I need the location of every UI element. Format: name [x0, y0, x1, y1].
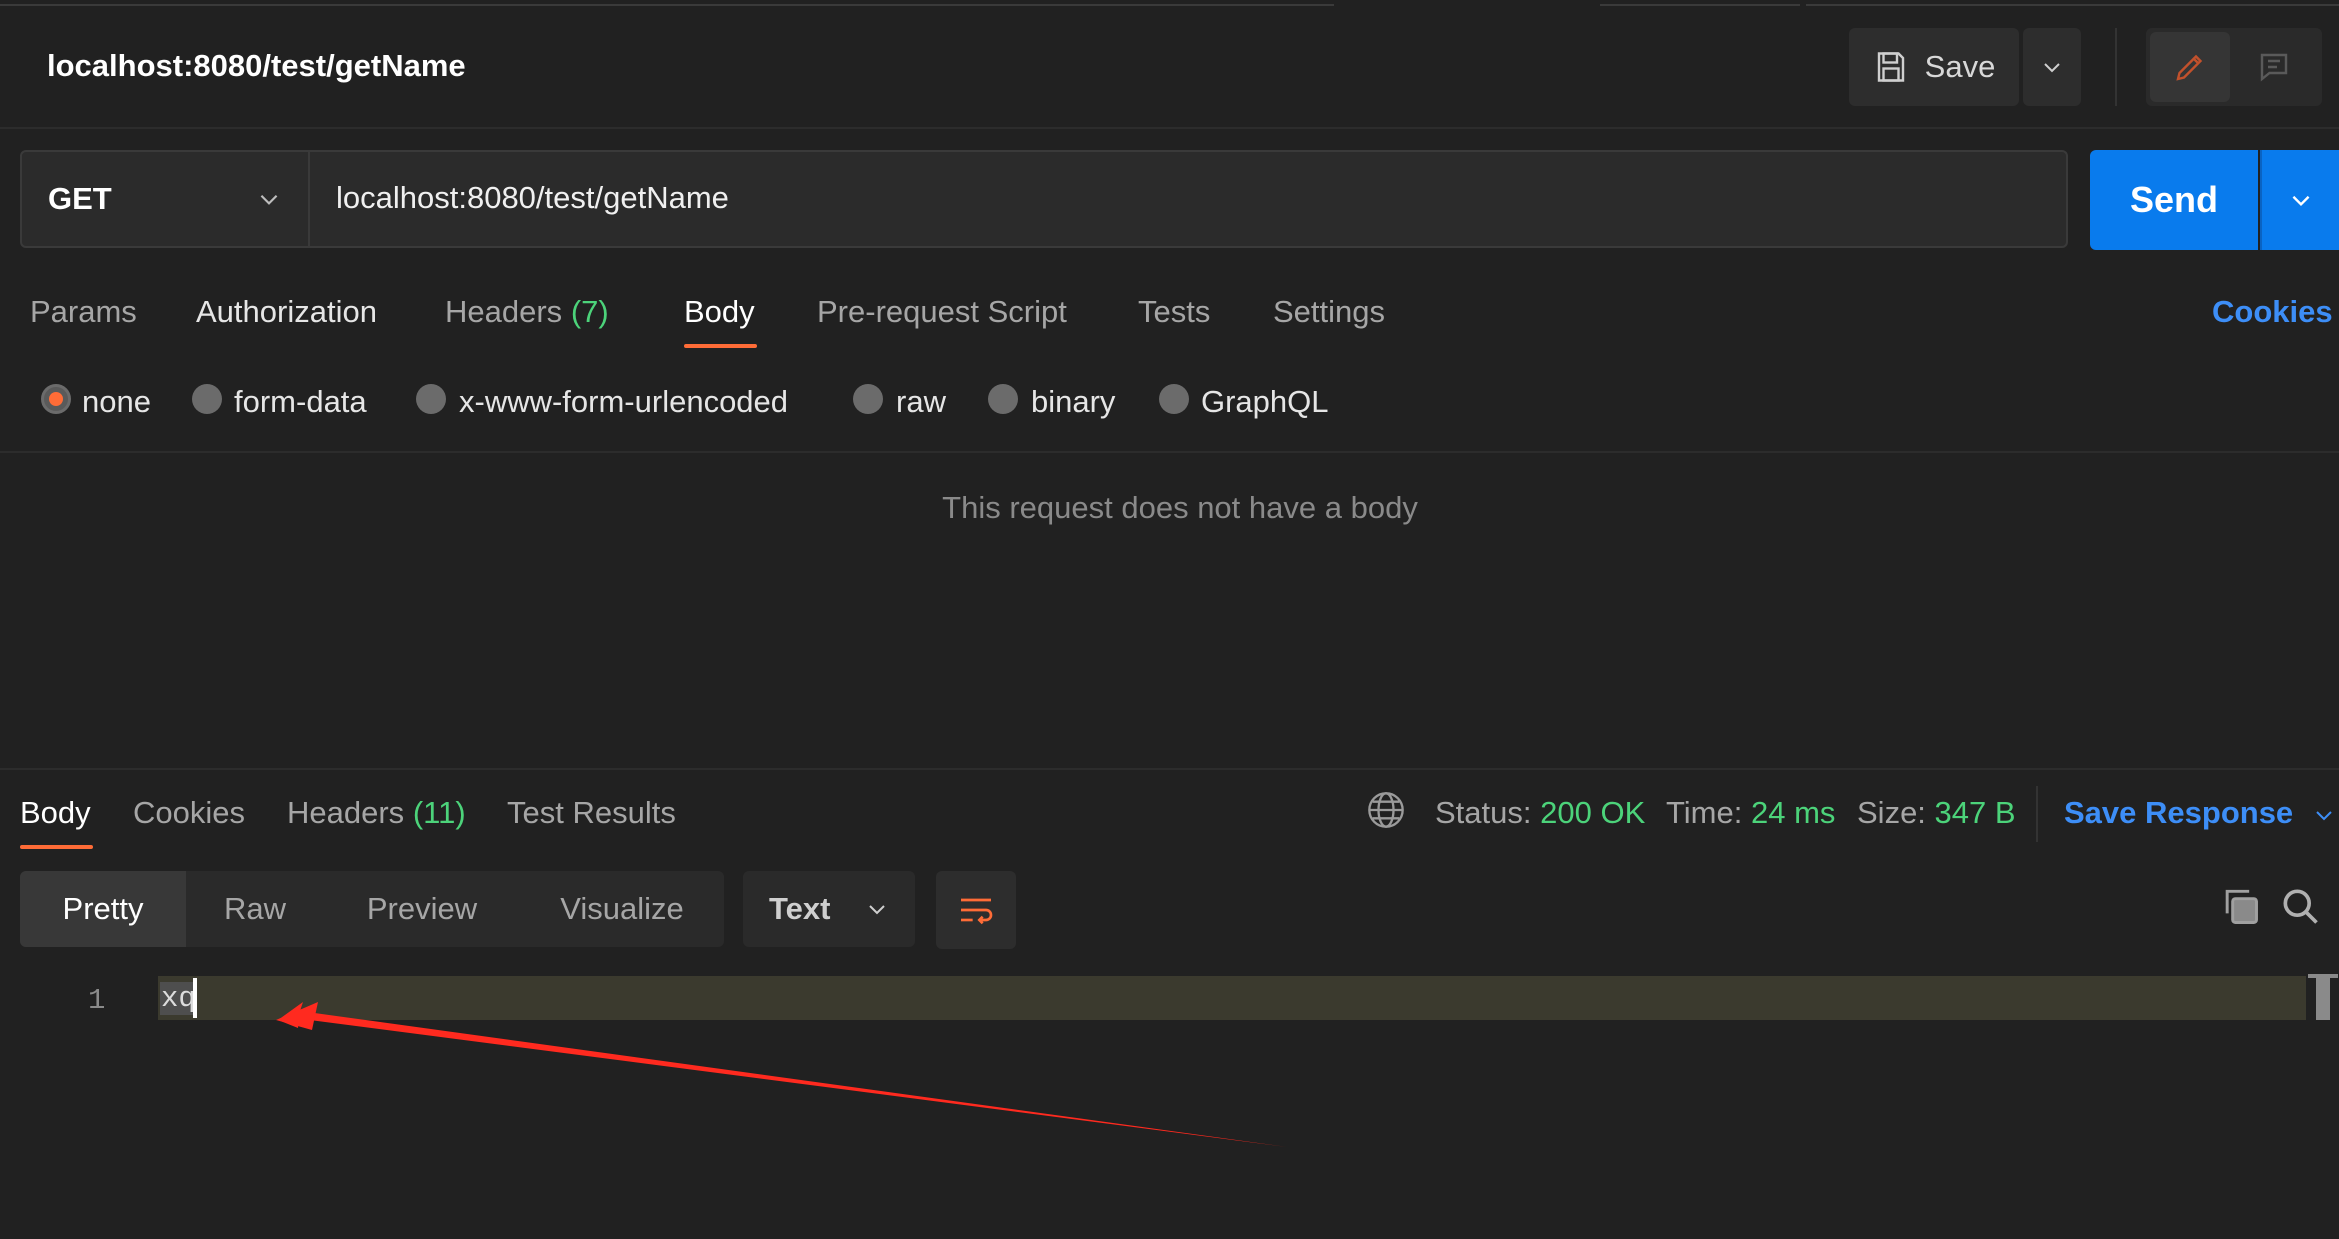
response-tab-body[interactable]: Body — [20, 795, 91, 831]
edit-button[interactable] — [2150, 32, 2230, 102]
response-meta-divider — [2036, 786, 2038, 842]
save-response-button[interactable]: Save Response — [2064, 795, 2336, 831]
radio-none[interactable] — [41, 384, 71, 414]
save-response-label: Save Response — [2064, 795, 2294, 830]
chevron-down-icon — [2292, 195, 2309, 207]
tab-settings[interactable]: Settings — [1273, 294, 1385, 330]
line-number: 1 — [88, 984, 106, 1017]
radio-x-www-form-urlencoded[interactable] — [416, 384, 446, 414]
radio-label-graphql[interactable]: GraphQL — [1201, 384, 1329, 420]
chevron-down-icon — [869, 905, 885, 915]
url-input[interactable]: localhost:8080/test/getName — [336, 180, 729, 216]
save-icon — [1877, 52, 1904, 82]
status-label: Status: — [1435, 795, 1532, 830]
tab-strip-line — [1806, 4, 2339, 6]
radio-raw[interactable] — [853, 384, 883, 414]
response-tab-headers-count: (11) — [412, 795, 466, 830]
active-tab-indicator — [684, 344, 757, 348]
status-readout: Status: 200 OK — [1435, 795, 1645, 831]
body-section-divider — [0, 451, 2339, 453]
time-label: Time: — [1666, 795, 1743, 830]
top-tab-strip — [0, 0, 2339, 6]
save-button[interactable]: Save — [1849, 28, 2019, 106]
send-options-button[interactable] — [2260, 150, 2339, 250]
view-raw-button[interactable]: Raw — [186, 871, 324, 947]
response-tab-test-results[interactable]: Test Results — [507, 795, 676, 831]
send-button[interactable]: Send — [2090, 150, 2258, 250]
response-body-text[interactable]: xq — [160, 982, 197, 1015]
time-readout: Time: 24 ms — [1666, 795, 1835, 831]
method-select[interactable]: GET — [22, 152, 308, 246]
pane-splitter[interactable] — [0, 768, 2339, 770]
view-preview-button[interactable]: Preview — [324, 871, 520, 947]
size-label: Size: — [1857, 795, 1926, 830]
pencil-icon — [2176, 54, 2203, 81]
comments-button[interactable] — [2232, 32, 2316, 102]
radio-label-form-data[interactable]: form-data — [234, 384, 367, 420]
view-visualize-button[interactable]: Visualize — [520, 871, 724, 947]
radio-label-none[interactable]: none — [82, 384, 151, 420]
comment-icon — [2260, 53, 2288, 82]
tab-authorization[interactable]: Authorization — [196, 294, 377, 330]
size-value: 347 B — [1934, 795, 2016, 830]
time-value: 24 ms — [1750, 795, 1836, 830]
tab-headers[interactable]: Headers (7) — [445, 294, 609, 330]
tab-strip-line — [0, 4, 1334, 6]
radio-form-data[interactable] — [192, 384, 222, 414]
tab-pre-request-script[interactable]: Pre-request Script — [817, 294, 1067, 330]
active-line-highlight — [158, 976, 2306, 1020]
header-bottom-border — [0, 127, 2339, 129]
tab-headers-count: (7) — [570, 294, 609, 329]
search-icon[interactable] — [2278, 884, 2322, 928]
radio-graphql[interactable] — [1159, 384, 1189, 414]
globe-icon[interactable] — [1366, 790, 1406, 830]
wrap-lines-button[interactable] — [936, 871, 1016, 949]
save-options-button[interactable] — [2023, 28, 2081, 106]
chevron-down-icon — [2316, 811, 2332, 821]
radio-label-binary[interactable]: binary — [1031, 384, 1115, 420]
tab-strip-line — [1600, 4, 1800, 6]
method-divider — [308, 152, 310, 246]
response-format-select[interactable]: Text — [743, 871, 915, 947]
radio-binary[interactable] — [988, 384, 1018, 414]
editor-scrollbar-thumb[interactable] — [2316, 978, 2330, 1020]
text-cursor — [193, 978, 197, 1018]
response-tab-headers-label: Headers — [287, 795, 405, 830]
response-tab-cookies[interactable]: Cookies — [133, 795, 245, 831]
tab-params[interactable]: Params — [30, 294, 137, 330]
status-value: 200 OK — [1540, 795, 1646, 830]
radio-label-x-www-form-urlencoded[interactable]: x-www-form-urlencoded — [459, 384, 788, 420]
size-readout: Size: 347 B — [1857, 795, 2016, 831]
response-format-label: Text — [769, 891, 831, 926]
chevron-down-icon — [260, 194, 278, 205]
save-label: Save — [1924, 49, 1996, 84]
response-active-tab-indicator — [20, 845, 93, 849]
header-divider — [2115, 28, 2117, 106]
radio-label-raw[interactable]: raw — [896, 384, 946, 420]
request-title[interactable]: localhost:8080/test/getName — [47, 48, 466, 84]
tab-body[interactable]: Body — [684, 294, 755, 330]
tab-tests[interactable]: Tests — [1138, 294, 1210, 330]
response-tab-headers[interactable]: Headers (11) — [287, 795, 466, 831]
wrap-lines-icon — [961, 898, 993, 925]
url-bar — [20, 150, 2068, 248]
chevron-down-icon — [2044, 63, 2060, 73]
tab-headers-label: Headers — [445, 294, 563, 329]
cookies-link[interactable]: Cookies — [2212, 294, 2333, 330]
copy-icon[interactable] — [2218, 884, 2262, 928]
view-pretty-button[interactable]: Pretty — [20, 871, 186, 947]
method-label: GET — [48, 181, 112, 216]
empty-body-message: This request does not have a body — [942, 490, 1418, 525]
